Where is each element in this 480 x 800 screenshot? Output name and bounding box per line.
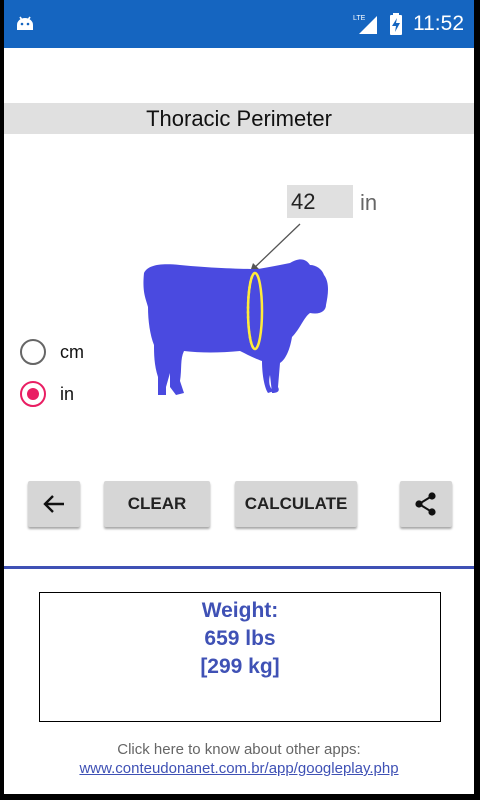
- radio-cm-label: cm: [60, 342, 84, 362]
- page-title: Thoracic Perimeter: [4, 103, 474, 134]
- radio-cm[interactable]: [20, 339, 46, 365]
- footer-text: Click here to know about other apps:: [117, 741, 361, 758]
- status-bar: LTE 11:52: [4, 0, 474, 48]
- share-button[interactable]: [400, 481, 452, 527]
- status-indicators: LTE 11:52: [353, 10, 464, 38]
- android-icon: [17, 16, 33, 30]
- share-icon: [415, 492, 436, 516]
- battery-charging-icon: [390, 13, 402, 35]
- footer-link[interactable]: www.conteudonanet.com.br/app/googleplay.…: [4, 760, 474, 777]
- cow-illustration: [143, 259, 328, 395]
- result-box: Weight: 659 lbs [299 kg]: [39, 592, 441, 722]
- calculate-button[interactable]: CALCULATE: [235, 481, 357, 527]
- result-kg: [299 kg]: [200, 655, 280, 678]
- result-lbs: 659 lbs: [204, 627, 276, 650]
- perimeter-input[interactable]: [287, 185, 353, 218]
- clear-button[interactable]: CLEAR: [104, 481, 210, 527]
- section-divider: [4, 566, 474, 569]
- app-screen: LTE 11:52 Thoracic Perimeter in cm in: [4, 0, 474, 794]
- back-button[interactable]: [28, 481, 80, 527]
- arrow-left-icon: [43, 495, 64, 513]
- network-type: LTE: [353, 15, 366, 22]
- lte-signal-icon: LTE: [353, 15, 377, 34]
- clock: 11:52: [413, 12, 464, 35]
- perimeter-unit: in: [360, 190, 378, 215]
- radio-in-label: in: [60, 384, 75, 404]
- radio-in[interactable]: [20, 381, 46, 407]
- result-label: Weight:: [201, 599, 279, 622]
